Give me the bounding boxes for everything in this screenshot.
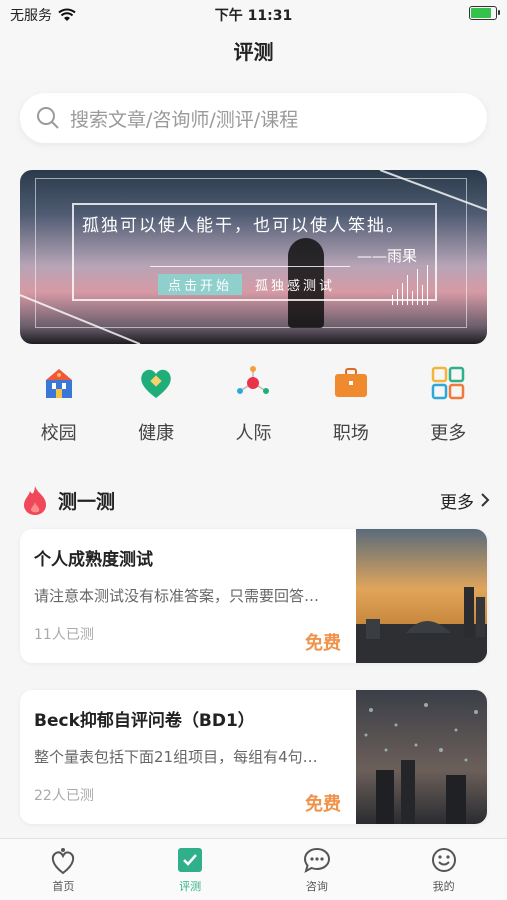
category-label: 职场: [332, 423, 369, 444]
check-box-icon: [178, 848, 203, 872]
network-icon: [237, 366, 270, 394]
category-label: 更多: [430, 423, 467, 444]
tab-assessment[interactable]: 评测: [127, 839, 254, 900]
chevron-right-icon: [481, 493, 490, 507]
briefcase-icon: [334, 368, 367, 397]
category-health[interactable]: 健康: [111, 365, 201, 445]
tab-profile[interactable]: 我的: [380, 839, 507, 900]
health-heart-icon: [141, 369, 171, 398]
card-description: 整个量表包括下面21组项目，每组有4句…: [34, 748, 318, 766]
category-label: 人际: [235, 423, 272, 444]
tab-bar: 首页 评测 咨询 我的: [0, 838, 507, 900]
card-participants: 11人已测: [34, 627, 94, 643]
card-title: 个人成熟度测试: [34, 550, 153, 570]
navigation-bar: 评测: [0, 28, 507, 80]
tab-home[interactable]: 首页: [0, 839, 127, 900]
category-career[interactable]: 职场: [306, 365, 396, 445]
chat-icon: [303, 847, 330, 873]
page-title: 评测: [233, 40, 274, 64]
test-card[interactable]: 个人成熟度测试 请注意本测试没有标准答案，只需要回答… 11人已测 免费: [20, 529, 487, 663]
tab-label: 评测: [179, 880, 202, 893]
home-heart-icon: [52, 848, 75, 875]
smile-icon: [431, 848, 456, 872]
card-thumbnail: [356, 690, 487, 824]
category-grid: 校园 健康 人际 职场 更多: [0, 365, 507, 445]
battery-icon: [469, 6, 500, 20]
tab-consult[interactable]: 咨询: [254, 839, 381, 900]
category-school[interactable]: 校园: [14, 365, 104, 445]
card-description: 请注意本测试没有标准答案，只需要回答…: [34, 587, 320, 605]
tab-label: 首页: [52, 880, 75, 893]
section-title: 测一测: [58, 490, 116, 513]
search-icon: [37, 107, 59, 129]
tab-label: 我的: [432, 880, 455, 893]
category-label: 健康: [138, 423, 175, 444]
school-icon: [45, 369, 72, 398]
section-header: 测一测 更多: [22, 483, 490, 517]
test-card[interactable]: Beck抑郁自评问卷（BD1） 整个量表包括下面21组项目，每组有4句… 22人…: [20, 690, 487, 824]
category-more[interactable]: 更多: [403, 365, 493, 445]
more-label: 更多: [440, 492, 474, 513]
fire-icon: [24, 486, 46, 515]
card-thumbnail: [356, 529, 487, 663]
tab-label: 咨询: [305, 880, 328, 893]
status-bar: 无服务 下午 11:31: [0, 0, 507, 28]
card-title: Beck抑郁自评问卷（BD1）: [34, 711, 255, 731]
search-bar[interactable]: 搜索文章/咨询师/测评/课程: [20, 93, 487, 143]
more-link[interactable]: 更多: [440, 488, 490, 513]
card-participants: 22人已测: [34, 788, 94, 804]
search-placeholder: 搜索文章/咨询师/测评/课程: [70, 108, 299, 131]
promo-banner[interactable]: 孤独可以使人能干，也可以使人笨拙。 ——雨果 点击开始 孤独感测试: [20, 170, 487, 344]
banner-diagonal-lines: [20, 170, 487, 344]
card-price: 免费: [305, 633, 341, 654]
status-time: 下午 11:31: [214, 8, 293, 24]
category-social[interactable]: 人际: [208, 365, 298, 445]
grid-icon: [432, 366, 465, 400]
card-price: 免费: [305, 794, 341, 815]
category-label: 校园: [40, 423, 77, 444]
